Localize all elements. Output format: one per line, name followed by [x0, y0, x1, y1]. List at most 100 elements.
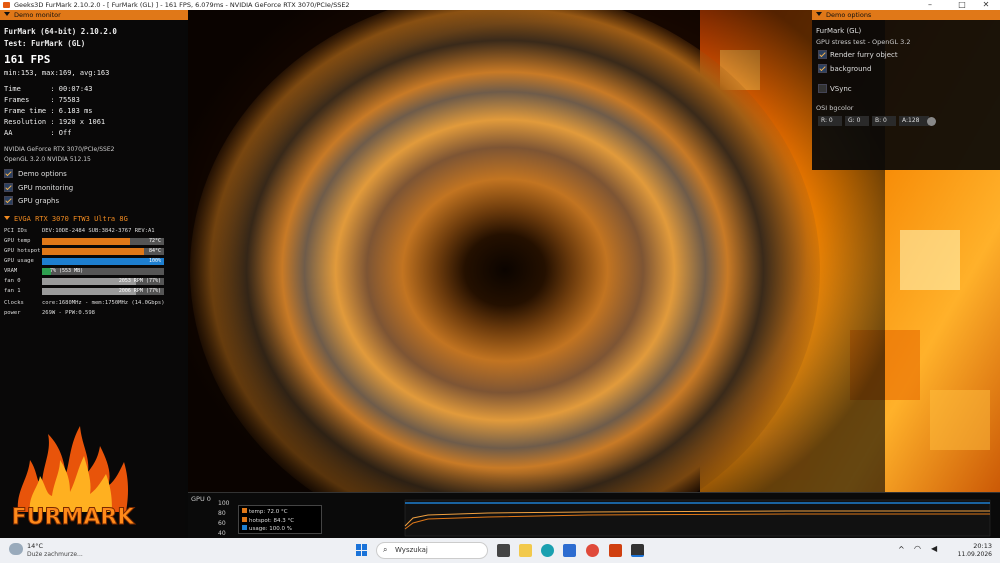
- gpu-bar: 100%: [42, 258, 164, 265]
- osi-channel-field[interactable]: G: 0: [845, 116, 869, 126]
- demo-description: GPU stress test - OpenGL 3.2: [816, 38, 911, 46]
- minimize-button[interactable]: –: [916, 0, 944, 10]
- gpu-bar-value: 100%: [148, 258, 161, 264]
- gpu-bar-fill: [42, 258, 164, 265]
- option-0-label[interactable]: Demo options: [18, 170, 67, 178]
- search-icon: ⌕: [383, 545, 388, 554]
- collapse-triangle-icon: [816, 12, 822, 16]
- stat-value: : 1920 x 1061: [50, 118, 106, 126]
- demo-options-header[interactable]: Demo options: [812, 10, 1000, 20]
- furmark-window-icon[interactable]: [631, 544, 644, 557]
- checkmark-icon: [5, 196, 12, 204]
- task-view-icon[interactable]: [497, 544, 510, 557]
- clock-time[interactable]: 20:13: [962, 542, 992, 550]
- stat-value: : 75583: [50, 96, 80, 104]
- graph-legend: temp: 72.0 °C hotspot: 84.3 °C usage: 100.…: [238, 505, 322, 534]
- demo-check-2-checkbox[interactable]: [818, 84, 827, 93]
- speaker-icon[interactable]: ◀: [931, 544, 937, 553]
- checkmark-icon: [5, 183, 12, 190]
- fps-readout: 161 FPS: [4, 53, 51, 66]
- edge-icon[interactable]: [541, 544, 554, 557]
- renderer-info: NVIDIA GeForce RTX 3070/PCIe/SSE2: [4, 146, 115, 153]
- chevron-up-icon[interactable]: ^: [898, 545, 905, 554]
- color-picker-icon[interactable]: [927, 117, 936, 126]
- window-title-bar[interactable]: Geeks3D FurMark 2.10.2.0 - [ FurMark (GL…: [0, 0, 1000, 10]
- logo-text: FURMARK: [12, 505, 136, 530]
- fps-stats: min:153, max:169, avg:163: [4, 69, 110, 77]
- checkmark-icon: [819, 50, 826, 58]
- gpu-bar-label: fan 0: [4, 278, 21, 284]
- stat-row: AA : Off: [4, 129, 71, 137]
- power-label: power: [4, 310, 21, 316]
- gpu-name: EVGA RTX 3070 FTW3 Ultra 8G: [14, 215, 128, 223]
- weather-temp[interactable]: 14°C: [27, 542, 43, 550]
- demo-check-1-label[interactable]: background: [830, 65, 871, 73]
- gpu-bar-value: 2006 RPM (77%): [118, 288, 161, 294]
- stat-row: Frames : 75583: [4, 96, 80, 104]
- windows-start-icon[interactable]: [356, 544, 368, 556]
- scene-vignette: [185, 10, 885, 538]
- legend-label: hotspot: 84.3 °C: [249, 517, 295, 524]
- option-0-checkbox[interactable]: [4, 169, 13, 178]
- gpu-bar-label: VRAM: [4, 268, 18, 274]
- weather-text[interactable]: Duże zachmurze...: [27, 551, 83, 558]
- option-2-label[interactable]: GPU graphs: [18, 197, 59, 205]
- gpu-bar-label: fan 1: [4, 288, 21, 294]
- cloud-icon[interactable]: [9, 543, 23, 555]
- demo-monitor-title: Demo monitor: [14, 11, 61, 19]
- gpu-bar-value: 84°C: [148, 248, 161, 254]
- store-icon[interactable]: [563, 544, 576, 557]
- demo-options-panel: Demo options FurMark (GL) GPU stress tes…: [812, 10, 1000, 170]
- gpu-bar: 72°C: [42, 238, 164, 245]
- osi-channel-field[interactable]: B: 0: [872, 116, 896, 126]
- taskbar-search[interactable]: ⌕ Wyszukaj: [376, 542, 488, 559]
- pci-value: DEV:10DE-2484 SUB:3842-3767 REV:A1: [42, 228, 155, 234]
- legend-item: temp: 72.0 °C: [242, 508, 288, 515]
- stat-value: : 6.183 ms: [50, 107, 93, 115]
- option-1-checkbox[interactable]: [4, 182, 13, 192]
- gpu-bar-value: 2053 RPM (77%): [118, 278, 161, 284]
- demo-check-2-label[interactable]: VSync: [830, 85, 852, 93]
- gpu-bar-fill: [42, 238, 130, 245]
- option-2-checkbox[interactable]: [4, 196, 13, 205]
- close-button[interactable]: ✕: [972, 0, 1000, 10]
- furmark-app-icon: [3, 2, 10, 8]
- gpu-bar: 2053 RPM (77%): [42, 278, 164, 285]
- file-explorer-icon[interactable]: [519, 544, 532, 557]
- osi-channel-field[interactable]: R: 0: [818, 116, 842, 126]
- demo-check-1-checkbox[interactable]: [818, 64, 827, 73]
- legend-label: usage: 100.0 %: [249, 526, 292, 532]
- option-1-label[interactable]: GPU monitoring: [18, 184, 73, 192]
- stat-row: Resolution : 1920 x 1061: [4, 118, 105, 126]
- window-title: Geeks3D FurMark 2.10.2.0 - [ FurMark (GL…: [14, 1, 350, 9]
- demo-monitor-header[interactable]: Demo monitor: [0, 10, 188, 20]
- stat-label: AA: [4, 129, 51, 137]
- windows-taskbar: 14°C Duże zachmurze... ⌕ Wyszukaj ^ ◠ ◀ …: [0, 538, 1000, 563]
- gpu-header[interactable]: EVGA RTX 3070 FTW3 Ultra 8G: [4, 215, 128, 223]
- test-name: Test: FurMark (GL): [4, 39, 86, 48]
- demo-check-0-checkbox[interactable]: [818, 50, 827, 59]
- gpu-bar: 2006 RPM (77%): [42, 288, 164, 295]
- stat-label: Frame time: [4, 107, 51, 115]
- stat-row: Frame time : 6.183 ms: [4, 107, 93, 115]
- chrome-icon[interactable]: [586, 544, 599, 557]
- demo-options-title: Demo options: [826, 11, 872, 19]
- gpu-bar-value: 72°C: [148, 238, 161, 244]
- pci-label: PCI IDs: [4, 228, 28, 234]
- stat-value: : Off: [50, 129, 72, 137]
- osi-channel-field[interactable]: A:128: [899, 116, 929, 126]
- stat-label: Time: [4, 85, 51, 93]
- legend-item: usage: 100.0 %: [242, 525, 292, 532]
- legend-swatch: [242, 525, 247, 530]
- furmark-taskbar-icon[interactable]: [609, 544, 622, 557]
- demo-name: FurMark (GL): [816, 27, 862, 35]
- stat-value: : 00:07:43: [50, 85, 93, 93]
- gpu-bar-label: GPU usage: [4, 258, 34, 264]
- legend-label: temp: 72.0 °C: [249, 509, 288, 515]
- demo-check-0-label[interactable]: Render furry object: [830, 51, 898, 59]
- gpu-bar-fill: [42, 248, 145, 255]
- network-icon[interactable]: ◠: [914, 544, 921, 553]
- clock-date[interactable]: 11.09.2026: [952, 551, 992, 558]
- gpu-bar-label: GPU temp: [4, 238, 31, 244]
- search-placeholder: Wyszukaj: [395, 546, 428, 554]
